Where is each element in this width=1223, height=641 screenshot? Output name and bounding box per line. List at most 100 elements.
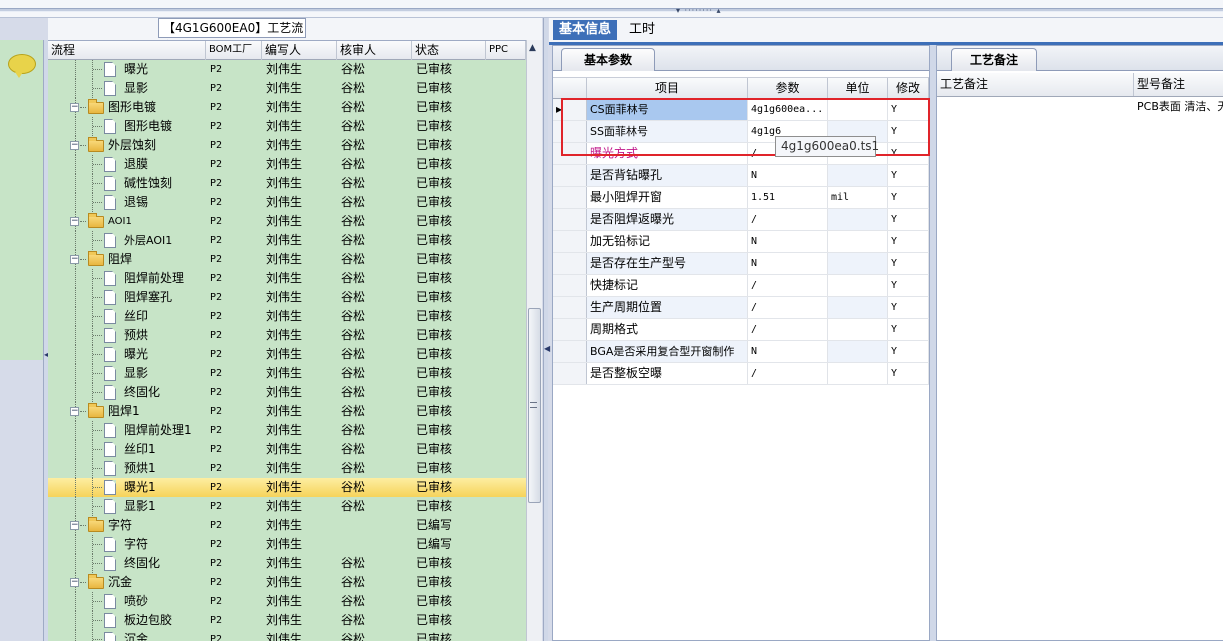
param-row[interactable]: BGA是否采用复合型开窗制作 N Y (553, 341, 929, 363)
param-value-cell[interactable]: / (748, 363, 828, 384)
row-indicator[interactable] (553, 231, 587, 252)
tab-process-notes[interactable]: 工艺备注 (951, 48, 1037, 71)
notes-row[interactable]: PCB表面 清洁、无 (937, 97, 1223, 119)
tree-row[interactable]: − 字符 P2 刘伟生 已编写 (48, 516, 526, 535)
tab-work-hours[interactable]: 工时 (623, 20, 661, 40)
param-item-cell[interactable]: 生产周期位置 (587, 297, 748, 318)
param-modify-cell[interactable]: Y (888, 297, 929, 318)
current-row-arrow-icon[interactable]: ▸ (553, 99, 587, 120)
param-item-cell[interactable]: 是否整板空曝 (587, 363, 748, 384)
tree-row[interactable]: 预烘1 P2 刘伟生 谷松 已审核 (48, 459, 526, 478)
column-header-status[interactable]: 状态 (412, 41, 486, 60)
param-modify-cell[interactable]: Y (888, 209, 929, 230)
param-unit-cell[interactable] (828, 319, 888, 340)
param-value-cell[interactable]: / (748, 297, 828, 318)
row-indicator[interactable] (553, 165, 587, 186)
column-header-item[interactable]: 项目 (587, 78, 748, 99)
collapse-node-icon[interactable]: − (70, 578, 79, 587)
param-value-cell[interactable]: 4g1g600ea... (748, 99, 828, 120)
param-modify-cell[interactable]: Y (888, 187, 929, 208)
param-modify-cell[interactable]: Y (888, 165, 929, 186)
tree-row[interactable]: 图形电镀 P2 刘伟生 谷松 已审核 (48, 117, 526, 136)
param-value-cell[interactable]: N (748, 231, 828, 252)
collapse-node-icon[interactable]: − (70, 217, 79, 226)
tree-row[interactable]: − 阻焊1 P2 刘伟生 谷松 已审核 (48, 402, 526, 421)
middle-splitter[interactable]: ◀ (543, 18, 550, 641)
row-indicator[interactable] (553, 143, 587, 164)
param-row[interactable]: 是否背钻曝孔 N Y (553, 165, 929, 187)
tree-row[interactable]: − 外层蚀刻 P2 刘伟生 谷松 已审核 (48, 136, 526, 155)
param-row[interactable]: 快捷标记 / Y (553, 275, 929, 297)
row-indicator[interactable] (553, 253, 587, 274)
tab-basic-params[interactable]: 基本参数 (561, 48, 655, 71)
param-unit-cell[interactable] (828, 99, 888, 120)
row-indicator[interactable] (553, 121, 587, 142)
param-row[interactable]: 周期格式 / Y (553, 319, 929, 341)
tree-row[interactable]: 喷砂 P2 刘伟生 谷松 已审核 (48, 592, 526, 611)
chat-bubble-icon[interactable] (8, 54, 36, 78)
column-header-process-note[interactable]: 工艺备注 (937, 73, 1134, 96)
param-item-cell[interactable]: BGA是否采用复合型开窗制作 (587, 341, 748, 362)
tree-row[interactable]: 阻焊塞孔 P2 刘伟生 谷松 已审核 (48, 288, 526, 307)
param-value-cell[interactable]: 1.51 (748, 187, 828, 208)
param-modify-cell[interactable]: Y (888, 121, 929, 142)
param-modify-cell[interactable]: Y (888, 275, 929, 296)
row-indicator[interactable] (553, 275, 587, 296)
tab-basic-info[interactable]: 基本信息 (553, 20, 618, 40)
param-item-cell[interactable]: 加无铅标记 (587, 231, 748, 252)
tree-row[interactable]: − 阻焊 P2 刘伟生 谷松 已审核 (48, 250, 526, 269)
tree-row[interactable]: 沉金 P2 刘伟生 谷松 已审核 (48, 630, 526, 641)
tree-row[interactable]: − 图形电镀 P2 刘伟生 谷松 已审核 (48, 98, 526, 117)
column-header-writer[interactable]: 编写人 (262, 41, 337, 60)
param-item-cell[interactable]: 曝光方式 (587, 143, 748, 164)
row-indicator-header[interactable] (553, 78, 587, 99)
param-row[interactable]: 是否存在生产型号 N Y (553, 253, 929, 275)
tree-row[interactable]: 板边包胶 P2 刘伟生 谷松 已审核 (48, 611, 526, 630)
tree-vertical-scrollbar[interactable]: ▲ (526, 40, 542, 641)
column-header-bom-factory[interactable]: BOM工厂 (206, 41, 262, 60)
collapse-node-icon[interactable]: − (70, 255, 79, 264)
tree-row[interactable]: 阻焊前处理 P2 刘伟生 谷松 已审核 (48, 269, 526, 288)
tree-row[interactable]: 显影1 P2 刘伟生 谷松 已审核 (48, 497, 526, 516)
column-header-ppc[interactable]: PPC (486, 41, 526, 60)
row-indicator[interactable] (553, 363, 587, 384)
row-indicator[interactable] (553, 187, 587, 208)
param-unit-cell[interactable] (828, 341, 888, 362)
tree-row[interactable]: 退锡 P2 刘伟生 谷松 已审核 (48, 193, 526, 212)
scroll-up-icon[interactable]: ▲ (529, 43, 536, 53)
param-item-cell[interactable]: 是否背钻曝孔 (587, 165, 748, 186)
tree-row[interactable]: 阻焊前处理1 P2 刘伟生 谷松 已审核 (48, 421, 526, 440)
param-unit-cell[interactable] (828, 363, 888, 384)
top-splitter[interactable] (0, 8, 1223, 12)
param-unit-cell[interactable] (828, 253, 888, 274)
tree-row[interactable]: 曝光 P2 刘伟生 谷松 已审核 (48, 60, 526, 79)
param-row[interactable]: 生产周期位置 / Y (553, 297, 929, 319)
tree-row[interactable]: 丝印 P2 刘伟生 谷松 已审核 (48, 307, 526, 326)
collapse-node-icon[interactable]: − (70, 521, 79, 530)
tree-row[interactable]: − 沉金 P2 刘伟生 谷松 已审核 (48, 573, 526, 592)
row-indicator[interactable] (553, 209, 587, 230)
param-unit-cell[interactable] (828, 275, 888, 296)
param-row[interactable]: 是否阻焊返曝光 / Y (553, 209, 929, 231)
param-item-cell[interactable]: 是否阻焊返曝光 (587, 209, 748, 230)
column-header-param[interactable]: 参数 (748, 78, 828, 99)
tree-row[interactable]: 显影 P2 刘伟生 谷松 已审核 (48, 364, 526, 383)
param-modify-cell[interactable]: Y (888, 99, 929, 120)
param-unit-cell[interactable] (828, 165, 888, 186)
collapse-node-icon[interactable]: − (70, 141, 79, 150)
param-row[interactable]: 是否整板空曝 / Y (553, 363, 929, 385)
splitter-grip-icon[interactable]: ▾ ········ ▴ (676, 6, 721, 15)
process-note-cell[interactable] (937, 97, 1134, 119)
tree-row[interactable]: 退膜 P2 刘伟生 谷松 已审核 (48, 155, 526, 174)
tree-row[interactable]: 预烘 P2 刘伟生 谷松 已审核 (48, 326, 526, 345)
row-indicator[interactable] (553, 341, 587, 362)
collapse-node-icon[interactable]: − (70, 103, 79, 112)
param-value-cell[interactable]: / (748, 209, 828, 230)
tree-row[interactable]: 终固化 P2 刘伟生 谷松 已审核 (48, 554, 526, 573)
param-value-cell[interactable]: N (748, 253, 828, 274)
tree-row[interactable]: 碱性蚀刻 P2 刘伟生 谷松 已审核 (48, 174, 526, 193)
column-header-reviewer[interactable]: 核审人 (337, 41, 412, 60)
param-modify-cell[interactable]: Y (888, 231, 929, 252)
tree-row[interactable]: 显影 P2 刘伟生 谷松 已审核 (48, 79, 526, 98)
param-modify-cell[interactable]: Y (888, 319, 929, 340)
